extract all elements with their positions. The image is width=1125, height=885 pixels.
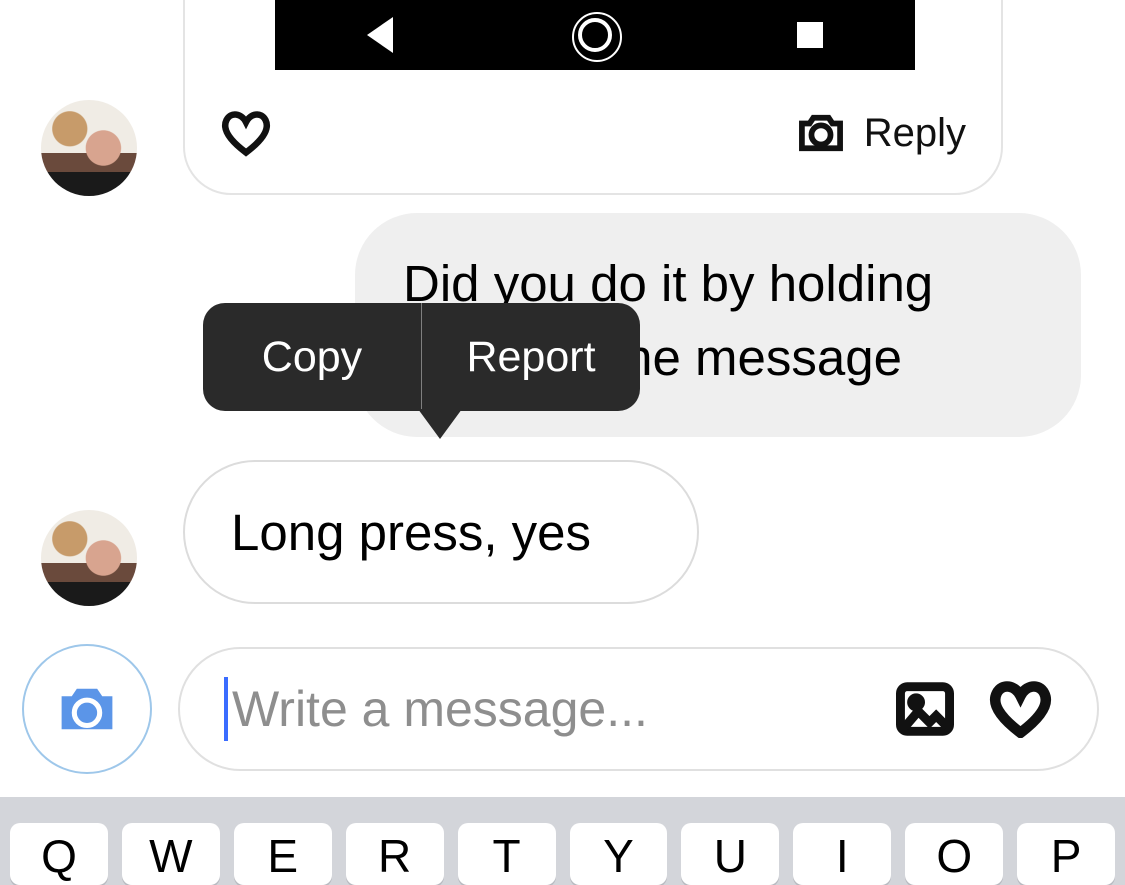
message-input-placeholder: Write a message... [232,680,648,738]
sender-avatar[interactable] [41,100,137,196]
key-e[interactable]: E [234,823,332,885]
shared-screenshot-navbar [275,0,915,70]
incoming-message-bubble[interactable]: Long press, yes [183,460,699,604]
report-menu-item[interactable]: Report [422,303,640,411]
key-u[interactable]: U [681,823,779,885]
send-like-icon[interactable] [988,680,1053,738]
key-p[interactable]: P [1017,823,1115,885]
incoming-message-text: Long press, yes [231,503,591,562]
android-home-icon [578,18,612,52]
key-w[interactable]: W [122,823,220,885]
message-context-menu: Copy Report [203,303,640,411]
context-menu-arrow-icon [418,409,462,439]
message-input[interactable]: Write a message... [178,647,1099,771]
camera-fill-icon [54,681,120,737]
key-i[interactable]: I [793,823,891,885]
keyboard: Q W E R T Y U I O P [0,797,1125,885]
android-recents-icon [797,22,823,48]
key-t[interactable]: T [458,823,556,885]
media-actions-bar: Reply [185,78,1001,188]
key-y[interactable]: Y [570,823,668,885]
text-cursor [224,677,228,741]
reply-button-label[interactable]: Reply [864,111,966,156]
sender-avatar[interactable] [41,510,137,606]
gallery-icon[interactable] [896,682,954,736]
like-icon[interactable] [220,109,272,157]
chat-area: Reply Did you do it by holding down on t… [0,0,1125,797]
key-r[interactable]: R [346,823,444,885]
copy-menu-item[interactable]: Copy [203,303,421,411]
camera-reply-icon[interactable] [796,112,846,154]
composer-row: Write a message... [0,640,1125,777]
shared-media-card[interactable]: Reply [183,0,1003,195]
android-back-icon [367,17,393,53]
camera-button[interactable] [22,644,152,774]
key-o[interactable]: O [905,823,1003,885]
key-q[interactable]: Q [10,823,108,885]
